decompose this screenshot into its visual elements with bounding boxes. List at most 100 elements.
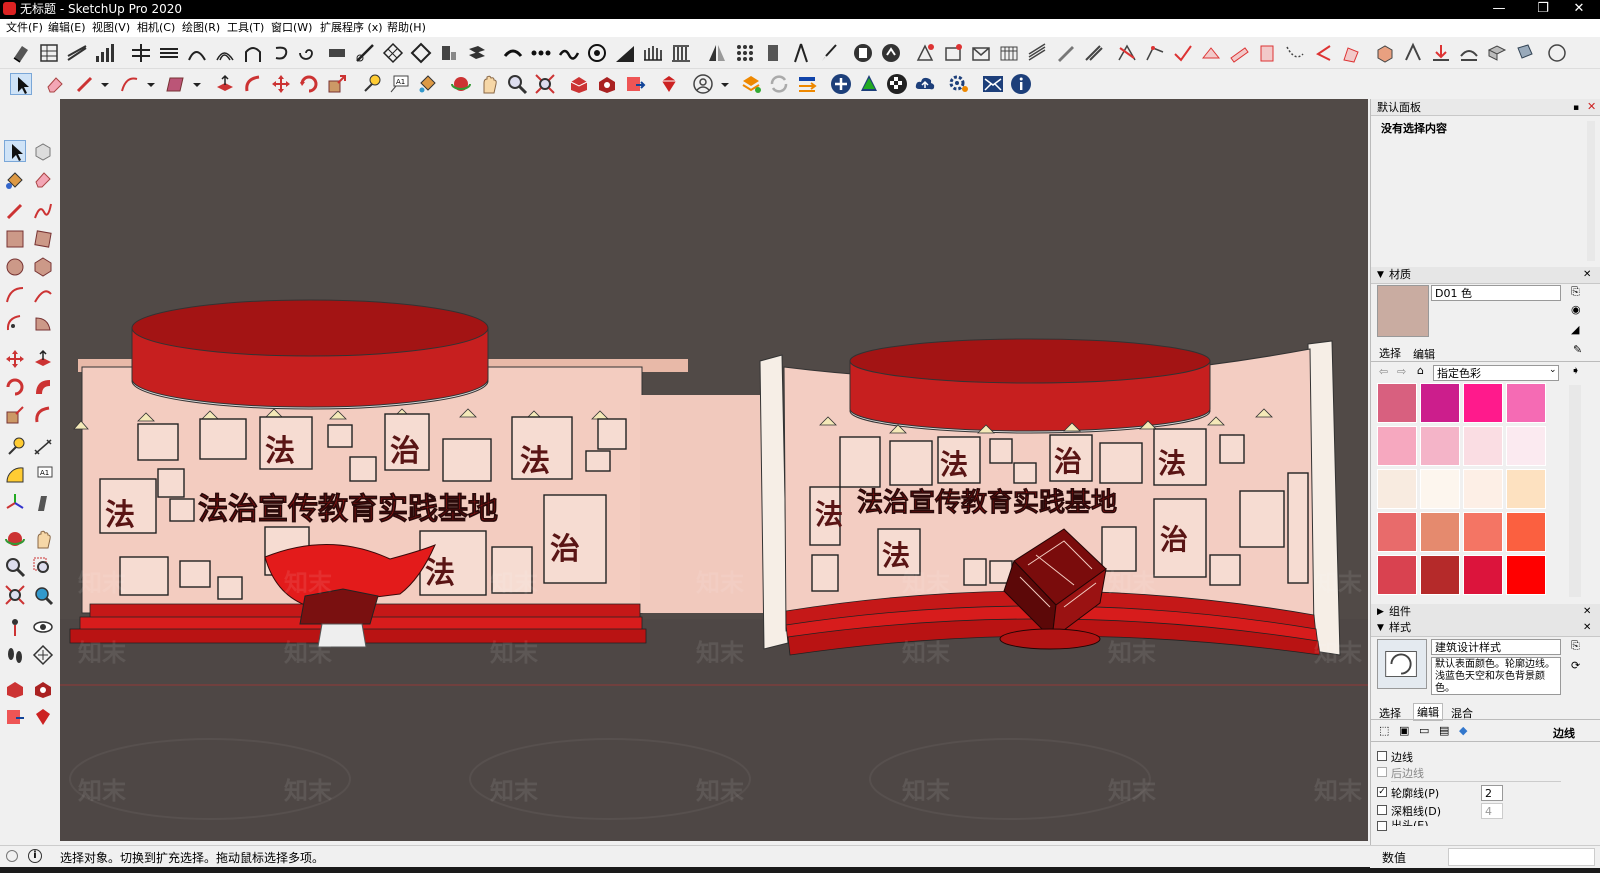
add-icon[interactable] bbox=[830, 73, 852, 95]
edge-settings-icon[interactable]: ⬚ bbox=[1379, 724, 1389, 737]
align-icon[interactable] bbox=[130, 42, 152, 64]
table-icon[interactable] bbox=[38, 42, 60, 64]
ext-21-icon[interactable] bbox=[1486, 42, 1508, 64]
transfer-icon[interactable] bbox=[796, 73, 818, 95]
background-settings-icon[interactable]: ▭ bbox=[1419, 724, 1429, 737]
outliner-icon[interactable] bbox=[852, 42, 874, 64]
ext-4-icon[interactable] bbox=[998, 42, 1020, 64]
text-icon[interactable]: A1 bbox=[388, 73, 410, 95]
share-component-icon[interactable] bbox=[624, 73, 646, 95]
line-dropdown-icon[interactable] bbox=[94, 73, 109, 95]
distribute-icon[interactable] bbox=[158, 42, 180, 64]
polygon-icon[interactable] bbox=[32, 256, 54, 278]
columns-icon[interactable] bbox=[670, 42, 692, 64]
axes-icon[interactable] bbox=[4, 492, 26, 514]
two-point-arc-icon[interactable] bbox=[32, 284, 54, 306]
home-icon[interactable]: ⌂ bbox=[1417, 364, 1424, 377]
swatch-scrollbar[interactable] bbox=[1569, 385, 1581, 597]
diamond-grid-icon[interactable] bbox=[382, 42, 404, 64]
material-swatch[interactable] bbox=[1377, 426, 1417, 466]
ext-17-icon[interactable] bbox=[1374, 42, 1396, 64]
shape-dropdown-icon[interactable] bbox=[186, 73, 201, 95]
offset-icon[interactable] bbox=[214, 42, 236, 64]
share-model-icon[interactable] bbox=[596, 73, 618, 95]
material-swatch[interactable] bbox=[1463, 469, 1503, 509]
ext-1-icon[interactable] bbox=[914, 42, 936, 64]
brush-icon[interactable] bbox=[818, 42, 840, 64]
ruby-icon[interactable] bbox=[32, 706, 54, 728]
zoom-large-icon[interactable] bbox=[4, 556, 26, 578]
info-icon[interactable] bbox=[1010, 73, 1032, 95]
rectangle-icon[interactable] bbox=[164, 73, 186, 95]
watermark-settings-icon[interactable]: ▤ bbox=[1439, 724, 1449, 737]
menu-edit[interactable]: 编辑(E) bbox=[48, 21, 86, 35]
tray-close-icon[interactable]: ✕ bbox=[1587, 99, 1596, 115]
minimize-button[interactable]: — bbox=[1476, 0, 1522, 19]
material-swatch[interactable] bbox=[1420, 426, 1460, 466]
ext-2-icon[interactable] bbox=[942, 42, 964, 64]
entity-info-scrollbar[interactable] bbox=[1587, 121, 1595, 261]
components-close-icon[interactable]: ✕ bbox=[1583, 604, 1591, 620]
instructor-icon[interactable]: i bbox=[28, 849, 42, 863]
materials-tab-select[interactable]: 选择 bbox=[1379, 345, 1401, 361]
back-edges-checkbox[interactable] bbox=[1377, 767, 1387, 777]
pan-large-icon[interactable] bbox=[32, 528, 54, 550]
material-swatch[interactable] bbox=[1420, 512, 1460, 552]
scale-large-icon[interactable] bbox=[4, 404, 26, 426]
dimension-icon[interactable] bbox=[32, 436, 54, 458]
rotated-rect-icon[interactable] bbox=[32, 228, 54, 250]
roll-icon[interactable] bbox=[466, 42, 488, 64]
ext-19-icon[interactable] bbox=[1430, 42, 1452, 64]
profiles-checkbox[interactable]: ✓ bbox=[1377, 787, 1387, 797]
dots-icon[interactable] bbox=[530, 42, 552, 64]
face-settings-icon[interactable]: ▣ bbox=[1399, 724, 1409, 737]
rectangle-large-icon[interactable] bbox=[4, 228, 26, 250]
ext-22-icon[interactable] bbox=[1514, 42, 1536, 64]
menu-help[interactable]: 帮助(H) bbox=[387, 21, 426, 35]
collection-chevron-down-icon[interactable]: ⌄ bbox=[1549, 365, 1557, 375]
sample-paint-icon[interactable]: ◉ bbox=[1571, 303, 1581, 316]
styles-header[interactable]: ▼ 样式 ✕ bbox=[1371, 620, 1600, 637]
edges-checkbox[interactable] bbox=[1377, 751, 1387, 761]
ext-14-icon[interactable] bbox=[1284, 42, 1306, 64]
menu-draw[interactable]: 绘图(R) bbox=[182, 21, 220, 35]
ext-13-icon[interactable] bbox=[1256, 42, 1278, 64]
select-tool-icon[interactable] bbox=[10, 73, 32, 95]
material-swatch[interactable] bbox=[1377, 512, 1417, 552]
arc-dropdown-icon[interactable] bbox=[140, 73, 155, 95]
pan-icon[interactable] bbox=[478, 73, 500, 95]
move-icon[interactable] bbox=[270, 73, 292, 95]
mirror-icon[interactable] bbox=[706, 42, 728, 64]
move-large-icon[interactable] bbox=[4, 348, 26, 370]
three-point-arc-icon[interactable] bbox=[4, 312, 26, 334]
follow-me-large-icon[interactable] bbox=[32, 376, 54, 398]
materials-close-icon[interactable]: ✕ bbox=[1583, 267, 1591, 283]
material-swatch[interactable] bbox=[1506, 426, 1546, 466]
zoom-icon[interactable] bbox=[506, 73, 528, 95]
zoom-window-icon[interactable] bbox=[32, 556, 54, 578]
components-header[interactable]: ▶ 组件 ✕ bbox=[1371, 604, 1600, 621]
push-pull-icon[interactable] bbox=[214, 73, 236, 95]
eraser-icon[interactable] bbox=[44, 73, 66, 95]
offset-tool-icon[interactable] bbox=[242, 73, 264, 95]
mail-icon[interactable] bbox=[982, 73, 1004, 95]
zoom-extents-icon[interactable] bbox=[534, 73, 556, 95]
share-model-large-icon[interactable] bbox=[32, 678, 54, 700]
materials-header[interactable]: ▼ 材质 ✕ bbox=[1371, 267, 1600, 284]
material-name-field[interactable]: D01 色 bbox=[1431, 285, 1561, 301]
extension-warehouse-icon[interactable] bbox=[658, 73, 680, 95]
section-plane-icon[interactable] bbox=[32, 644, 54, 666]
arc-icon[interactable] bbox=[118, 73, 140, 95]
weave-icon[interactable] bbox=[410, 42, 432, 64]
ext-8-icon[interactable] bbox=[1116, 42, 1138, 64]
line-large-icon[interactable] bbox=[4, 200, 26, 222]
extension-checkbox[interactable] bbox=[1377, 821, 1387, 831]
eraser-large-icon[interactable] bbox=[32, 168, 54, 190]
ext-7-icon[interactable] bbox=[1082, 42, 1104, 64]
menu-window[interactable]: 窗口(W) bbox=[271, 21, 312, 35]
curve-icon[interactable] bbox=[186, 42, 208, 64]
offset-large-icon[interactable] bbox=[32, 404, 54, 426]
default-paint-icon[interactable]: ◢ bbox=[1571, 323, 1579, 336]
ext-18-icon[interactable] bbox=[1402, 42, 1424, 64]
hook-icon[interactable] bbox=[270, 42, 292, 64]
